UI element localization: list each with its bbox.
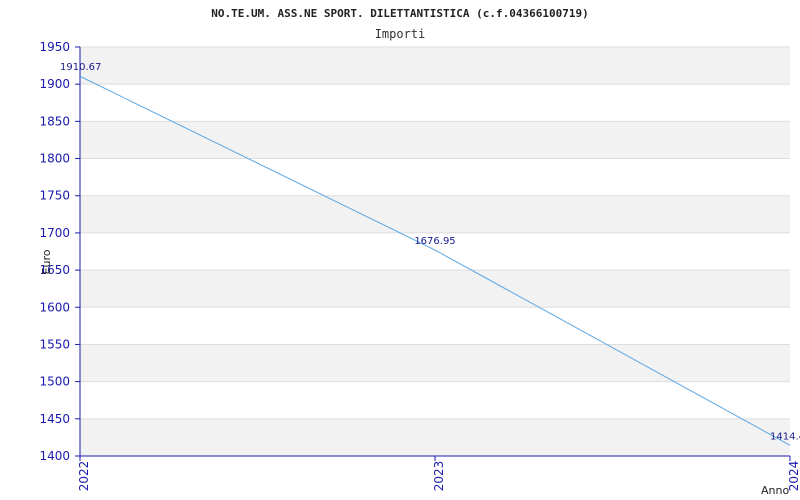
- y-tick-label: 1850: [39, 114, 70, 128]
- grid-band: [80, 121, 790, 159]
- data-label: 1676.95: [414, 236, 455, 247]
- y-tick-label: 1550: [39, 337, 70, 351]
- grid-band: [80, 344, 790, 382]
- x-tick-label: 2022: [77, 461, 91, 492]
- data-label: 1910.67: [60, 62, 101, 73]
- chart-title: NO.TE.UM. ASS.NE SPORT. DILETTANTISTICA …: [211, 7, 589, 20]
- y-axis-label: Euro: [40, 249, 53, 274]
- grid-band: [80, 195, 790, 233]
- grid-band: [80, 47, 790, 85]
- y-tick-label: 1900: [39, 77, 70, 91]
- y-tick-label: 1500: [39, 375, 70, 389]
- y-tick-label: 1950: [39, 40, 70, 54]
- data-labels: 1910.67 1676.95 1414.4: [60, 62, 800, 442]
- x-axis-ticks: 2022 2023 2024: [77, 456, 800, 491]
- x-axis-label: Anno: [761, 484, 789, 497]
- y-tick-label: 1600: [39, 300, 70, 314]
- y-tick-label: 1400: [39, 449, 70, 463]
- chart-subtitle: Importi: [375, 27, 426, 41]
- gridlines: [80, 46, 790, 457]
- grid-bands: [80, 47, 790, 456]
- x-tick-label: 2023: [432, 461, 446, 492]
- data-label: 1414.4: [770, 431, 800, 442]
- line-chart: NO.TE.UM. ASS.NE SPORT. DILETTANTISTICA …: [39, 7, 800, 497]
- y-tick-label: 1750: [39, 189, 70, 203]
- grid-band: [80, 270, 790, 308]
- grid-band: [80, 418, 790, 456]
- y-tick-label: 1800: [39, 152, 70, 166]
- y-tick-label: 1450: [39, 412, 70, 426]
- y-tick-label: 1700: [39, 226, 70, 240]
